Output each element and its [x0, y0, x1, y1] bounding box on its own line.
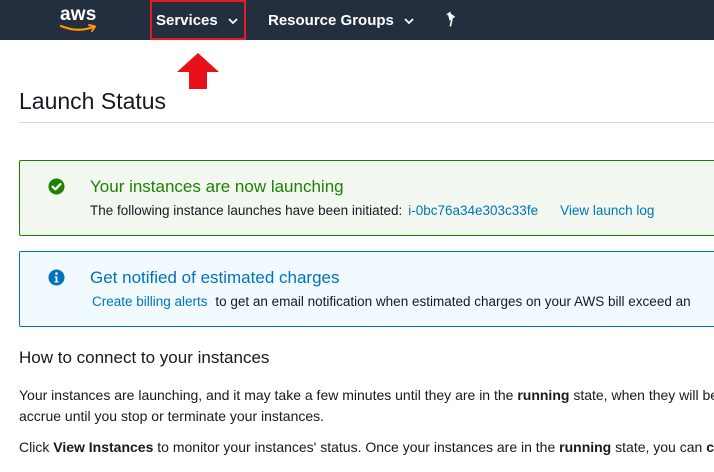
- para1-text-c: state, when they will be: [569, 387, 714, 403]
- arrow-up-icon: [177, 53, 219, 89]
- chevron-down-icon: [404, 17, 414, 24]
- connect-section-heading: How to connect to your instances: [19, 348, 270, 367]
- info-alert-text: to get an email notification when estima…: [215, 294, 691, 309]
- para1-text-a: Your instances are launching, and it may…: [19, 387, 518, 403]
- services-label: Services: [156, 11, 218, 29]
- check-circle-icon: [48, 178, 65, 195]
- connect-paragraph-1-cont: accrue until you stop or terminate your …: [19, 408, 325, 424]
- success-alert-heading: Your instances are now launching: [90, 177, 344, 196]
- services-menu[interactable]: Services: [152, 0, 245, 40]
- info-alert-body: Create billing alerts to get an email no…: [92, 294, 691, 309]
- aws-smile-icon: [60, 24, 96, 32]
- resource-groups-label: Resource Groups: [268, 11, 394, 29]
- running-state-label: running: [517, 387, 570, 403]
- success-alert-text: The following instance launches have bee…: [90, 203, 403, 218]
- aws-logo[interactable]: aws: [58, 4, 104, 34]
- para3-text-f: c: [706, 439, 714, 455]
- info-alert-heading: Get notified of estimated charges: [90, 268, 340, 287]
- launch-success-alert: Your instances are now launching The fol…: [19, 160, 714, 236]
- para3-text-a: Click: [19, 439, 54, 455]
- page-title: Launch Status: [19, 88, 167, 114]
- success-alert-body: The following instance launches have bee…: [90, 203, 654, 218]
- top-nav-bar: aws Services Resource Groups: [0, 0, 714, 40]
- title-divider: [19, 122, 714, 123]
- create-billing-alerts-link[interactable]: Create billing alerts: [92, 294, 208, 309]
- pin-icon[interactable]: [444, 11, 460, 27]
- resource-groups-menu[interactable]: Resource Groups: [268, 0, 414, 40]
- instance-id-link[interactable]: i-0bc76a34e303c33fe: [408, 203, 538, 218]
- chevron-down-icon: [228, 17, 238, 24]
- billing-info-alert: Get notified of estimated charges Create…: [19, 251, 714, 327]
- para3-text-e: state, you can: [611, 439, 707, 455]
- view-launch-log-link[interactable]: View launch log: [560, 203, 654, 218]
- para3-text-c: to monitor your instances' status. Once …: [153, 439, 560, 455]
- view-instances-label: View Instances: [53, 439, 154, 455]
- info-icon: [48, 269, 65, 286]
- connect-paragraph-2: Click View Instances to monitor your ins…: [19, 437, 714, 458]
- running-state-label-2: running: [559, 439, 612, 455]
- connect-paragraph-1: Your instances are launching, and it may…: [19, 385, 714, 406]
